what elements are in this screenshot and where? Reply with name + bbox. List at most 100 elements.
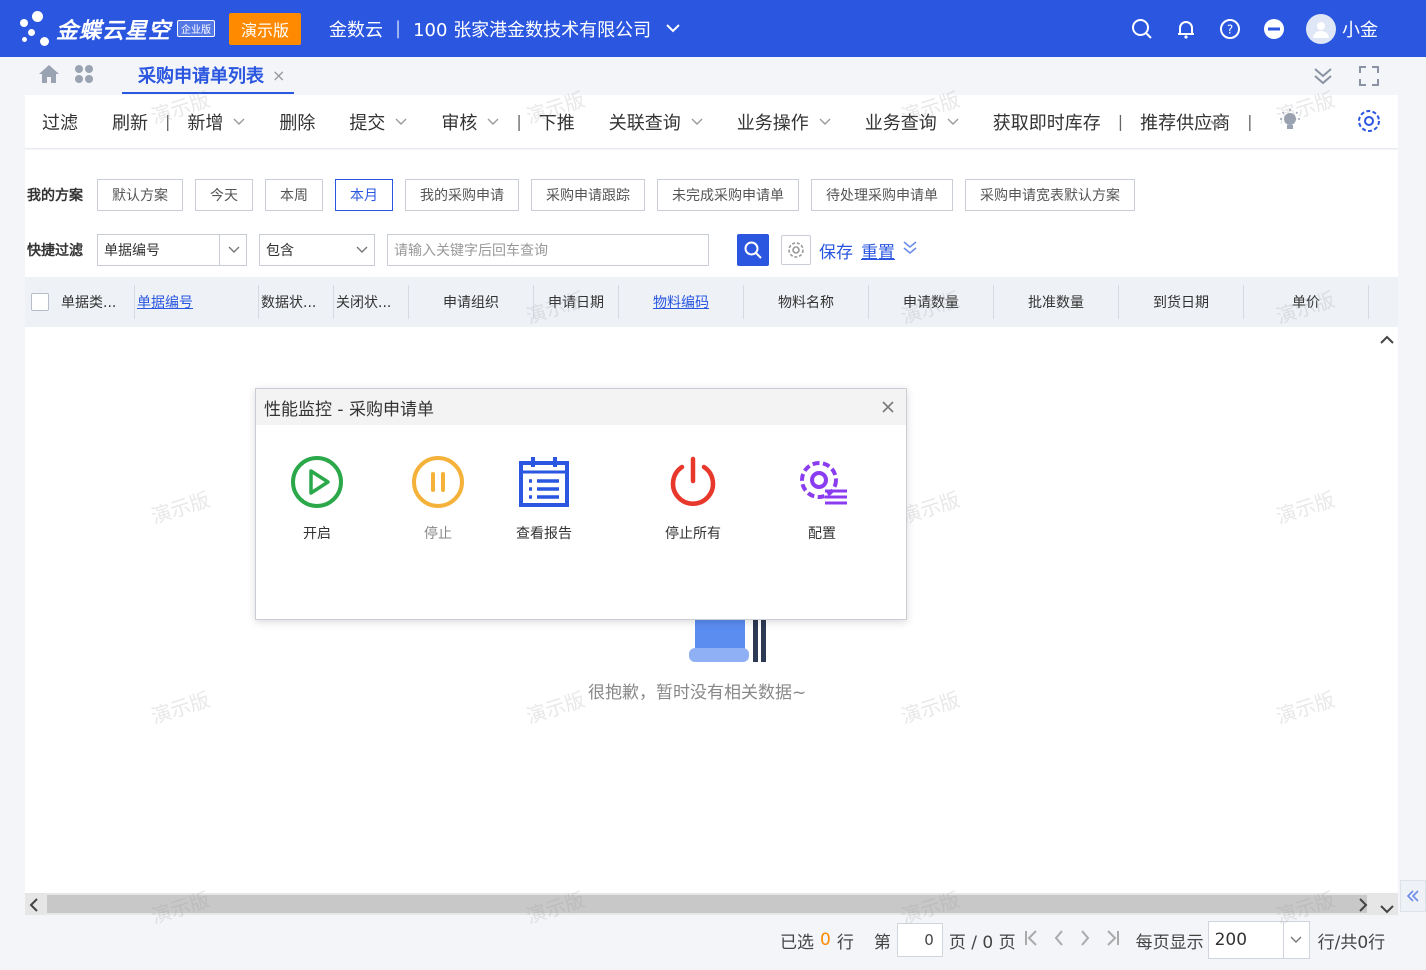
keyword-search-input[interactable]: 请输入关键字后回车查询 [387,234,709,266]
page-size-select[interactable]: 200 [1207,921,1310,959]
column-header[interactable]: 单据类... [59,285,135,319]
toolbar-item-label: 过滤 [42,112,78,134]
close-icon[interactable] [882,397,894,418]
filter-field-select[interactable]: 单据编号 [97,234,247,266]
dialog-title: 性能监控 - 采购申请单 [264,399,434,420]
selected-prefix: 已选 [780,932,814,953]
save-link[interactable]: 保存 [819,238,853,263]
page-number-input[interactable]: 0 [896,923,943,957]
column-header[interactable]: 到货日期 [1119,285,1244,319]
user-name: 小金 [1342,19,1378,41]
filter-field-value: 单据编号 [104,243,160,259]
toolbar-item[interactable]: 关联查询 [592,109,720,135]
config-button[interactable]: 配置 [795,455,849,543]
column-header[interactable]: 申请组织 [409,285,534,319]
minus-circle-icon[interactable] [1262,17,1286,41]
column-header[interactable]: 物料编码 [619,285,744,319]
scheme-button[interactable]: 待处理采购申请单 [811,179,953,211]
chevron-down-icon[interactable] [947,115,959,129]
column-header[interactable]: 申请日期 [534,285,619,319]
search-icon[interactable] [1130,17,1154,41]
column-header[interactable]: 物料名称 [744,285,869,319]
start-button[interactable]: 开启 [290,455,344,543]
toolbar-item[interactable]: 业务查询 [848,109,976,135]
company-name: 100 张家港金数技术有限公司 [413,19,652,41]
next-page-icon[interactable] [1080,929,1090,951]
grid-header: 单据类... 单据编号 数据状... 关闭状... 申请组织 申请日期 物料编码 物料名称 申请… [25,277,1398,327]
scheme-button[interactable]: 采购申请宽表默认方案 [965,179,1135,211]
chevron-down-icon[interactable] [233,115,245,129]
search-button[interactable] [737,234,769,266]
scheme-button[interactable]: 我的采购申请 [405,179,519,211]
toolbar-item-label: 下推 [538,112,575,134]
chevron-down-icon[interactable] [691,115,703,129]
view-report-button[interactable]: 查看报告 [516,455,572,543]
chevron-down-icon[interactable] [819,115,831,129]
tab-purchase-request-list[interactable]: 采购申请单列表 × [122,58,294,94]
filter-operator-select[interactable]: 包含 [259,234,375,266]
pagination-bar: 已选 0 行 第 0 页 / 0 页 每页显示 200 行/共0行 [780,920,1385,960]
toolbar-item[interactable]: 删除 [262,109,332,135]
horizontal-scrollbar[interactable] [25,893,1398,915]
user-menu[interactable]: 小金 [1306,13,1378,44]
search-icon [744,241,762,259]
column-header[interactable]: 批准数量 [994,285,1119,319]
toolbar-item[interactable]: 业务操作 [720,109,848,135]
toolbar-item[interactable]: 审核 [424,109,516,135]
toolbar-item-label: 业务查询 [864,112,937,134]
column-header[interactable]: 单据编号 [135,285,259,319]
prev-page-icon[interactable] [1054,929,1064,951]
toolbar-item[interactable]: 提交 [332,109,424,135]
chevron-down-icon[interactable] [395,115,407,129]
settings-gear-icon[interactable] [1356,108,1382,139]
double-chevron-down-icon[interactable] [903,240,917,260]
stop-button[interactable]: 停止 [411,455,465,543]
select-all-checkbox[interactable] [31,293,49,311]
toolbar-item[interactable]: 获取即时库存 [976,109,1118,135]
more-dropdown-icon[interactable] [1210,113,1224,134]
expand-panel-icon[interactable] [1400,880,1426,912]
fullscreen-icon[interactable] [1358,65,1380,91]
scheme-button[interactable]: 采购申请跟踪 [531,179,645,211]
first-page-icon[interactable] [1024,929,1038,951]
play-circle-icon [291,456,343,508]
tabs-row: 采购申请单列表 × [0,57,1426,95]
toolbar-item[interactable]: 新增 [170,109,262,135]
column-header[interactable]: 数据状... [259,285,334,319]
help-icon[interactable]: ? [1218,17,1242,41]
scroll-right-icon[interactable] [1358,897,1368,916]
column-header[interactable]: 关闭状... [334,285,409,319]
scroll-up-icon[interactable] [1380,330,1394,349]
home-icon[interactable] [38,64,60,88]
scroll-down-icon[interactable] [1380,899,1394,918]
scheme-button[interactable]: 默认方案 [97,179,183,211]
scroll-left-icon[interactable] [29,897,39,916]
bell-icon[interactable] [1174,17,1198,41]
stop-all-button[interactable]: 停止所有 [665,455,721,543]
reset-link[interactable]: 重置 [861,238,895,263]
toolbar-item[interactable]: 下推 [522,109,592,135]
scheme-button[interactable]: 未完成采购申请单 [657,179,799,211]
chevron-down-icon[interactable] [487,115,499,129]
chevron-down-icon[interactable] [665,21,681,37]
close-icon[interactable]: × [272,66,285,85]
scheme-button[interactable]: 本周 [265,179,323,211]
selected-suffix: 行 [836,932,854,953]
toolbar-item[interactable]: 过滤 [25,109,95,135]
column-header[interactable]: 申请数量 [869,285,994,319]
filter-settings-button[interactable] [781,235,811,265]
page-prefix: 第 [873,932,891,953]
toolbar-item[interactable]: 刷新 [95,109,165,135]
column-header[interactable]: 单价 [1244,285,1369,319]
scrollbar-thumb[interactable] [47,895,1367,913]
scheme-button[interactable]: 本月 [335,179,393,211]
scheme-button[interactable]: 今天 [195,179,253,211]
collapse-down-icon[interactable] [1312,65,1334,91]
brand-logo[interactable]: 金蝶云星空 企业版 [18,9,216,49]
lightbulb-icon[interactable] [1278,109,1302,138]
toolbar-item-label: 关联查询 [608,112,681,134]
pause-circle-icon [412,456,464,508]
last-page-icon[interactable] [1106,929,1120,951]
org-switcher[interactable]: 金数云 | 100 张家港金数技术有限公司 [329,16,681,42]
apps-icon[interactable] [74,64,94,88]
